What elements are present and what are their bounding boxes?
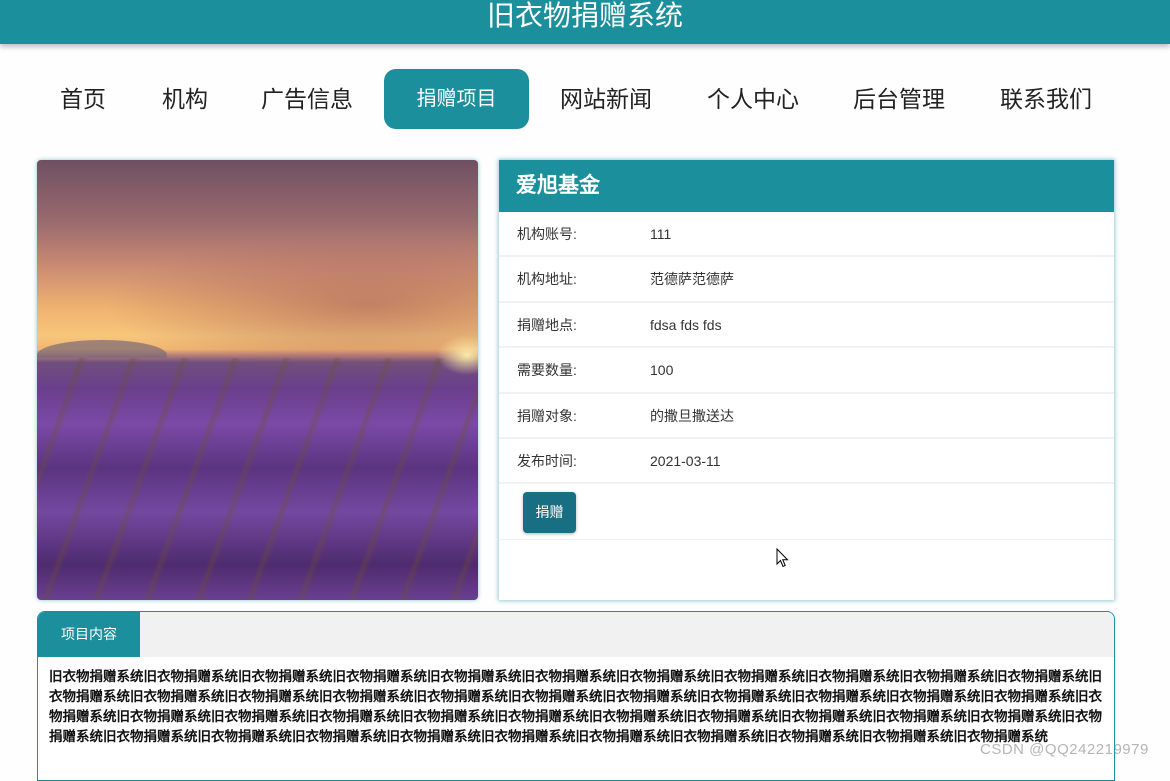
info-row-quantity: 需要数量: 100 bbox=[499, 348, 1114, 394]
info-value: fdsa fds fds bbox=[650, 316, 722, 333]
nav-item-donation-projects[interactable]: 捐赠项目 bbox=[384, 69, 529, 129]
info-label: 机构地址: bbox=[517, 271, 577, 288]
org-name: 爱旭基金 bbox=[499, 160, 1114, 212]
nav-item-news[interactable]: 网站新闻 bbox=[550, 69, 662, 129]
project-content-text: 旧衣物捐赠系统旧衣物捐赠系统旧衣物捐赠系统旧衣物捐赠系统旧衣物捐赠系统旧衣物捐赠… bbox=[49, 669, 1102, 744]
info-label: 机构账号: bbox=[517, 226, 577, 242]
project-image bbox=[37, 160, 478, 600]
action-row: 捐赠 bbox=[499, 484, 1114, 541]
nav-item-home[interactable]: 首页 bbox=[50, 69, 116, 129]
mouse-cursor-icon bbox=[776, 548, 789, 568]
image-lavender-rows bbox=[37, 358, 478, 600]
info-row-account: 机构账号: 111 bbox=[499, 212, 1114, 258]
project-content-panel: 项目内容 旧衣物捐赠系统旧衣物捐赠系统旧衣物捐赠系统旧衣物捐赠系统旧衣物捐赠系统… bbox=[37, 611, 1115, 781]
info-label: 捐赠地点: bbox=[517, 316, 577, 333]
info-label: 捐赠对象: bbox=[517, 407, 577, 424]
tab-project-content[interactable]: 项目内容 bbox=[38, 612, 140, 657]
info-value: 范德萨范德萨 bbox=[650, 271, 734, 288]
image-hill bbox=[37, 340, 167, 358]
info-value: 的撒旦撒送达 bbox=[650, 407, 734, 424]
nav-item-ads[interactable]: 广告信息 bbox=[252, 69, 362, 129]
nav-item-organizations[interactable]: 机构 bbox=[152, 69, 218, 129]
info-row-address: 机构地址: 范德萨范德萨 bbox=[499, 257, 1114, 303]
info-row-target: 捐赠对象: 的撒旦撒送达 bbox=[499, 394, 1114, 439]
info-row-location: 捐赠地点: fdsa fds fds bbox=[499, 303, 1114, 349]
site-header: 旧衣物捐赠系统 bbox=[0, 0, 1170, 44]
info-value: 111 bbox=[650, 226, 672, 242]
content-tabbar: 项目内容 bbox=[38, 612, 1114, 657]
donate-button[interactable]: 捐赠 bbox=[523, 492, 576, 534]
nav-item-personal-center[interactable]: 个人中心 bbox=[697, 69, 809, 129]
info-value: 100 bbox=[650, 362, 674, 379]
nav-item-contact[interactable]: 联系我们 bbox=[990, 69, 1102, 129]
main-nav: 首页 机构 广告信息 捐赠项目 网站新闻 个人中心 后台管理 联系我们 bbox=[0, 69, 1170, 129]
info-value: 2021-03-11 bbox=[650, 452, 721, 469]
info-row-publish-date: 发布时间: 2021-03-11 bbox=[499, 439, 1114, 485]
info-label: 发布时间: bbox=[517, 452, 577, 469]
watermark: CSDN @QQ242219979 bbox=[980, 741, 1149, 758]
info-label: 需要数量: bbox=[517, 362, 577, 379]
site-title: 旧衣物捐赠系统 bbox=[486, 0, 683, 31]
project-info-card: 爱旭基金 机构账号: 111 机构地址: 范德萨范德萨 捐赠地点: fdsa f… bbox=[499, 160, 1114, 600]
nav-item-admin[interactable]: 后台管理 bbox=[843, 69, 955, 129]
